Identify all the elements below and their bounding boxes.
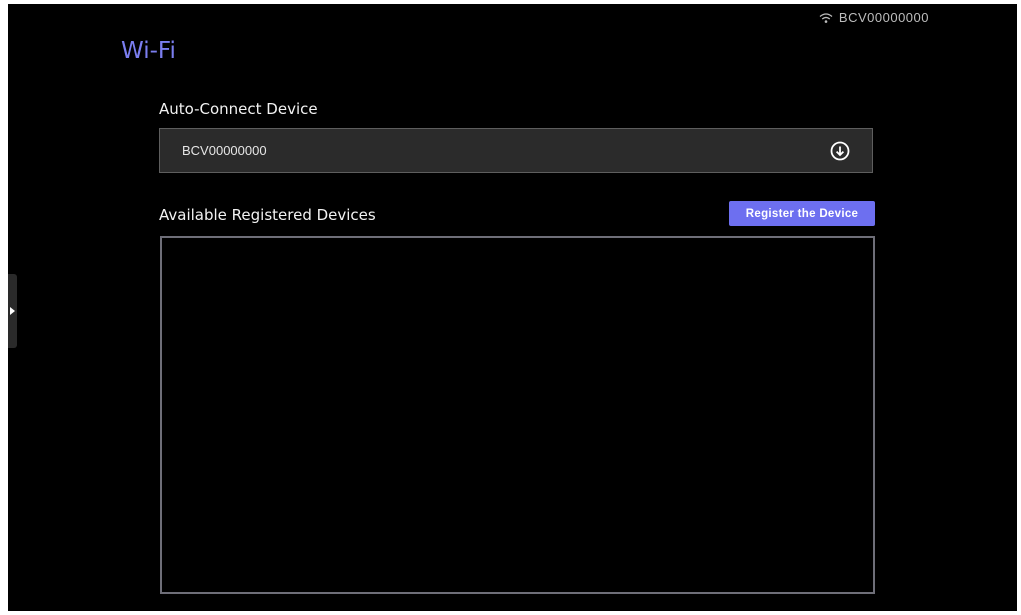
side-panel-handle[interactable] <box>8 274 17 348</box>
registered-devices-list[interactable] <box>160 236 875 594</box>
arrow-down-circle-icon[interactable] <box>830 141 850 161</box>
auto-connect-label: Auto-Connect Device <box>159 100 318 118</box>
page-title: Wi-Fi <box>121 38 176 64</box>
status-network-name: BCV00000000 <box>838 10 929 25</box>
status-bar: BCV00000000 <box>819 10 929 25</box>
register-device-button[interactable]: Register the Device <box>729 201 875 226</box>
caret-right-icon <box>10 307 15 315</box>
wifi-screen: BCV00000000 Wi-Fi Auto-Connect Device BC… <box>8 4 1017 611</box>
auto-connect-selected-value: BCV00000000 <box>182 143 267 158</box>
auto-connect-dropdown[interactable]: BCV00000000 <box>159 128 873 173</box>
available-devices-label: Available Registered Devices <box>159 206 376 224</box>
wifi-icon <box>819 12 833 23</box>
